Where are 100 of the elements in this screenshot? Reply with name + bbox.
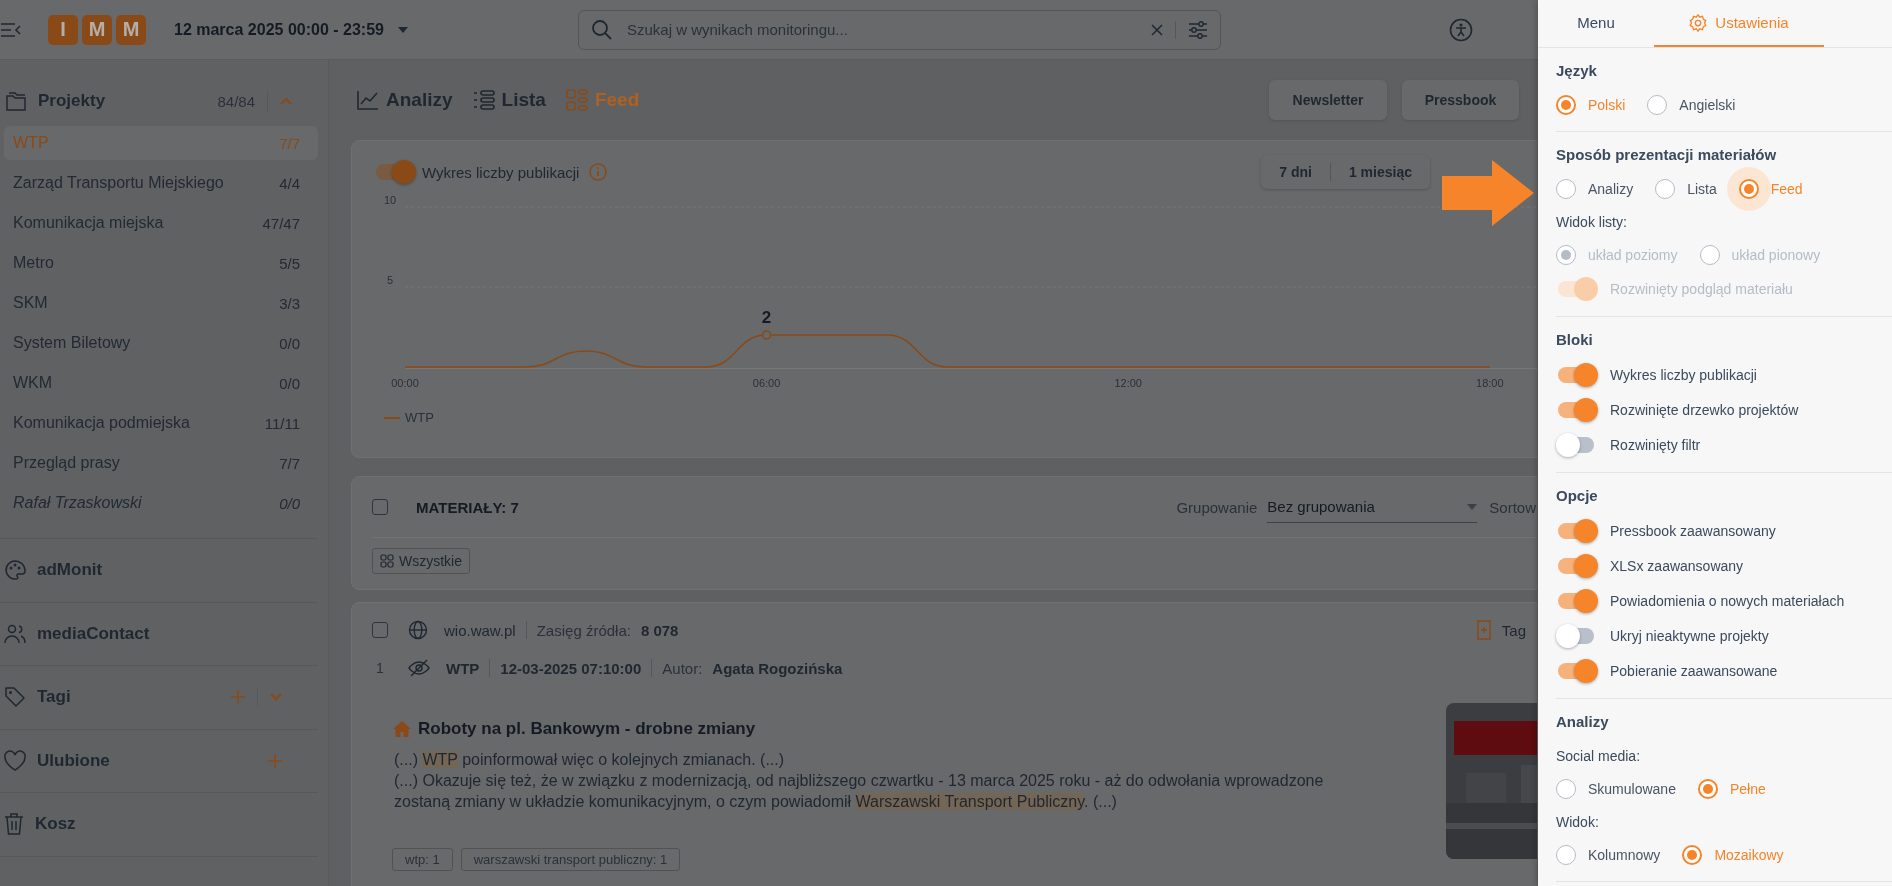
radio-option[interactable]: Lista — [1655, 179, 1717, 199]
radio-option[interactable]: Feed — [1738, 179, 1803, 199]
view-tab[interactable]: Analizy — [357, 89, 453, 111]
section-heading: Opcje — [1556, 486, 1599, 506]
project-item[interactable]: Zarząd Transportu Miejskiego 4/4 — [4, 166, 318, 200]
panel-tab[interactable]: Menu — [1538, 0, 1654, 47]
x-tick-label: 18:00 — [1476, 377, 1504, 389]
info-icon[interactable] — [589, 163, 608, 181]
x-tick-label: 06:00 — [752, 377, 781, 389]
radio-option[interactable]: Skumulowane — [1556, 779, 1676, 799]
toggle-label: Powiadomienia o nowych materiałach — [1610, 593, 1845, 609]
tag-icon — [3, 685, 27, 710]
project-item[interactable]: SKM 3/3 — [4, 286, 318, 320]
close-icon[interactable] — [1150, 23, 1163, 36]
toggle-label: Pressbook zaawansowany — [1610, 523, 1776, 539]
range-option[interactable]: 1 miesiąc — [1348, 164, 1412, 180]
search-field[interactable]: Szukaj w wynikach monitoringu... — [624, 20, 1139, 39]
reach-label: Zasięg źródła: — [536, 621, 631, 639]
radio-option[interactable]: Angielski — [1647, 95, 1736, 115]
settings-icon — [1689, 13, 1708, 32]
project-item[interactable]: WTP 7/7 — [4, 126, 318, 160]
section-title[interactable]: mediaContact — [37, 623, 150, 644]
tag-button[interactable]: Tag — [1501, 621, 1526, 639]
radio-option[interactable]: Kolumnowy — [1556, 845, 1661, 865]
section-title[interactable]: Projekty — [38, 91, 106, 111]
legend-label: WTP — [405, 410, 434, 425]
tag-icon[interactable] — [1475, 620, 1492, 640]
grid-icon — [565, 89, 588, 111]
y-tick-label: 5 — [386, 274, 394, 286]
section-title[interactable]: Tagi — [37, 687, 71, 708]
range-option[interactable]: 7 dni — [1279, 164, 1312, 180]
publish-date: 12-03-2025 07:10:00 — [500, 659, 642, 677]
menu-icon[interactable] — [1, 22, 21, 37]
section-title[interactable]: adMonit — [37, 560, 103, 581]
chart-icon — [357, 90, 379, 110]
article-excerpt: (...) Okazuje się też, że w związku z modernizacją, od najbliższego czwartku - 13 marca 2025 roku - aż do odwołania wprowadzone zostaną zmiany w układzie komunikacyjnym, o czym powiadomił Warszawski Transport Publiczny. (...) — [393, 771, 1325, 812]
materials-count: MATERIAŁY: 7 — [416, 498, 519, 516]
article-title[interactable]: Roboty na pl. Bankowym - drobne zmiany — [418, 719, 756, 739]
author-name: Agata Rogozińska — [712, 659, 843, 677]
date-range[interactable]: 12 marca 2025 00:00 - 23:59 — [174, 20, 384, 39]
home-icon — [392, 720, 412, 738]
list-icon — [472, 90, 495, 110]
checkbox[interactable] — [372, 622, 388, 638]
field-label: Widok listy: — [1556, 213, 1628, 232]
field-label: Social media: — [1556, 747, 1642, 766]
x-tick-label: 12:00 — [1114, 377, 1142, 389]
data-point[interactable] — [761, 330, 772, 340]
filter-icon[interactable] — [1187, 20, 1208, 39]
checkbox[interactable] — [372, 499, 388, 515]
grouping-label: Grupowanie — [1176, 498, 1258, 516]
trash-icon — [3, 812, 25, 837]
chart-title: Wykres liczby publikacji — [422, 163, 580, 181]
project-item[interactable]: WKM 0/0 — [4, 366, 318, 400]
logo-letter: M — [82, 14, 112, 45]
panel-tab[interactable]: Ustawienia — [1654, 0, 1824, 47]
project-item[interactable]: Komunikacja podmiejska 11/11 — [4, 406, 318, 440]
logo-letter: M — [116, 14, 146, 45]
grouping-select[interactable]: Bez grupowania — [1267, 491, 1478, 523]
view-tab[interactable]: Lista — [472, 89, 546, 111]
project-item[interactable]: Komunikacja miejska 47/47 — [4, 206, 318, 240]
article-excerpt: (...) WTP poinformował więc o kolejnych zmianach. (...) — [393, 750, 786, 770]
view-tab[interactable]: Feed — [565, 89, 640, 111]
toggle-label: XLSx zaawansowany — [1610, 558, 1744, 574]
globe-icon — [408, 620, 428, 640]
project-item[interactable]: Metro 5/5 — [4, 246, 318, 280]
radio-option[interactable]: Analizy — [1556, 179, 1634, 199]
caret-icon[interactable] — [397, 26, 408, 33]
toggle-label: Wykres liczby publikacji — [1610, 367, 1757, 383]
toggle-label: Rozwinięte drzewko projektów — [1610, 402, 1799, 418]
project-item[interactable]: Rafał Trzaskowski 0/0 — [4, 486, 318, 520]
section-heading: Sposób prezentacji materiałów — [1556, 145, 1778, 165]
y-tick-label: 10 — [383, 194, 397, 206]
search-bar[interactable]: Szukaj w wynikach monitoringu... — [577, 9, 1221, 50]
author-label: Autor: — [662, 659, 703, 677]
project-item[interactable]: Przegląd prasy 7/7 — [4, 446, 318, 480]
section-heading: Bloki — [1556, 330, 1594, 350]
toggle-label: Rozwinięty filtr — [1610, 437, 1701, 453]
sorting-label: Sortow — [1489, 498, 1536, 516]
section-heading: Analizy — [1556, 712, 1610, 732]
source-link[interactable]: wio.waw.pl — [444, 621, 516, 639]
eye-off-icon[interactable] — [408, 659, 430, 677]
field-label: Widok: — [1556, 813, 1600, 832]
radio-option[interactable]: Mozaikowy — [1682, 845, 1784, 865]
section-title[interactable]: Ulubione — [37, 750, 110, 771]
accessibility-icon[interactable] — [1448, 17, 1473, 42]
section-title[interactable]: Kosz — [35, 814, 76, 835]
action-button[interactable]: Pressbook — [1402, 80, 1519, 120]
project-item[interactable]: System Biletowy 0/0 — [4, 326, 318, 360]
search-icon — [590, 18, 613, 41]
radio-option[interactable]: Polski — [1556, 95, 1626, 115]
keyword-tag[interactable]: warszawski transport publiczny: 1 — [460, 848, 681, 871]
keyword-tag[interactable]: wtp: 1 — [392, 848, 453, 871]
toggle-label: Rozwinięty podgląd materiału — [1610, 281, 1793, 297]
section-heading: Język — [1556, 61, 1598, 81]
filter-chip[interactable]: Wszystkie — [372, 548, 470, 574]
reach-value: 8 078 — [640, 621, 679, 639]
folder-icon — [4, 90, 28, 112]
action-button[interactable]: Newsletter — [1269, 80, 1387, 120]
radio-option[interactable]: Pełne — [1697, 779, 1766, 799]
caret-icon — [1467, 503, 1478, 510]
